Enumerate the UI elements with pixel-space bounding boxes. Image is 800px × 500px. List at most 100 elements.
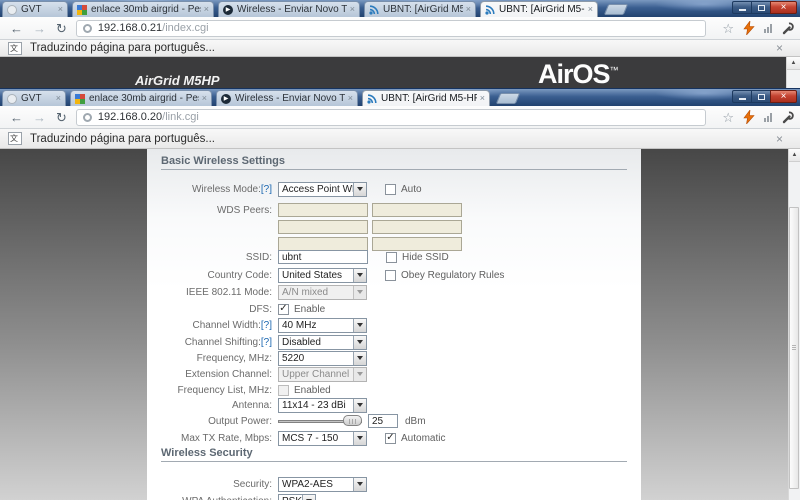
wds-peer-input-3[interactable] [278,220,368,234]
output-power-slider[interactable] [278,415,362,427]
rss-icon [369,4,379,15]
close-icon: × [780,1,787,13]
infobar-close-icon[interactable]: × [776,133,783,145]
frequency-row: Frequency, MHz: 5220 [159,350,367,366]
close-button[interactable]: × [770,90,797,103]
help-link[interactable]: [?] [261,184,272,195]
tab-google-search[interactable]: enlace 30mb airgrid - Pesq × [72,1,214,17]
url-path: /index.cgi [162,22,209,34]
infobar-close-icon[interactable]: × [776,42,783,54]
max-tx-rate-select[interactable]: MCS 7 - 150 [278,430,367,446]
extension-channel-select: Upper Channel [278,366,367,382]
url-host: 192.168.0.21 [97,22,163,34]
check-icon: ✓ [386,431,395,443]
ssid-input[interactable] [278,250,368,264]
signal-bars-icon[interactable] [764,112,773,122]
clock-icon [7,93,17,104]
google-logo-icon [77,4,87,15]
frequency-select[interactable]: 5220 [278,350,367,366]
tab-gvt[interactable]: GVT × [2,90,66,106]
back-button[interactable]: ← [10,22,23,35]
signal-bars-icon[interactable] [764,23,773,33]
automatic-label: Automatic [401,432,446,444]
tab-close-icon[interactable]: × [348,94,353,103]
wds-peer-input-2[interactable] [372,203,462,217]
scrollbar-thumb[interactable] [789,207,799,489]
automatic-checkbox[interactable]: ✓ [385,431,396,444]
forward-button[interactable]: → [33,22,46,35]
wrench-icon[interactable] [782,111,795,124]
tab-google-search[interactable]: enlace 30mb airgrid - Pesq × [70,90,212,106]
extension-channel-label: Extension Channel: [185,368,272,380]
max-tx-rate-label: Max TX Rate, Mbps: [181,432,272,444]
extension-channel-row: Extension Channel: Upper Channel [159,366,367,382]
scroll-up-icon[interactable]: ▲ [787,57,800,70]
wds-peers-row [159,219,466,235]
output-power-input[interactable] [368,414,398,428]
tab-close-icon[interactable]: × [202,94,207,103]
minimize-button[interactable] [732,1,751,14]
maximize-button[interactable] [751,90,770,103]
tab-close-icon[interactable]: × [350,5,355,14]
tab-close-icon[interactable]: × [56,94,61,103]
minimize-icon [738,9,746,11]
address-bar[interactable]: 192.168.0.20/link.cgi [75,108,707,126]
refresh-button[interactable]: ↻ [56,111,67,124]
play-circle-icon: ▶ [223,4,233,15]
forward-button[interactable]: → [33,111,46,124]
wpa-authentication-select[interactable]: PSK [278,493,316,500]
tab-close-icon[interactable]: × [58,5,63,14]
window2-scrollbar[interactable]: ▲ [788,149,800,500]
wrench-icon[interactable] [782,22,795,35]
new-tab-button[interactable] [603,4,629,15]
wireless-settings-panel: Basic Wireless Settings Wireless Mode:[?… [147,149,641,500]
antenna-select[interactable]: 11x14 - 23 dBi [278,397,367,413]
back-button[interactable]: ← [10,111,23,124]
wds-peer-input-1[interactable] [278,203,368,217]
tab-wireless-forum[interactable]: ▶ Wireless - Enviar Novo Tóp × [218,1,360,17]
hide-ssid-checkbox[interactable] [386,251,397,263]
dfs-enable-label: Enable [294,303,326,315]
dfs-label: DFS: [249,303,272,315]
help-link[interactable]: [?] [261,320,272,331]
tab-close-icon[interactable]: × [480,94,485,103]
scroll-up-icon[interactable]: ▲ [789,149,800,162]
auto-checkbox[interactable] [385,183,396,195]
refresh-button[interactable]: ↻ [56,22,67,35]
dropdown-arrow-icon [353,367,366,381]
tab-close-icon[interactable]: × [204,5,209,14]
channel-shifting-select[interactable]: Disabled [278,334,367,350]
wds-peer-input-4[interactable] [372,220,462,234]
address-bar[interactable]: 192.168.0.21/index.cgi [75,19,707,37]
flash-bolt-icon[interactable] [743,21,755,35]
obey-regulatory-checkbox[interactable] [385,269,396,281]
airos-logo: AirOS™ [538,59,619,88]
bookmark-star-icon[interactable]: ☆ [722,22,734,35]
tab-gvt[interactable]: GVT × [2,1,68,17]
maximize-button[interactable] [751,1,770,14]
tab-close-icon[interactable]: × [466,5,471,14]
window1-scrollbar[interactable]: ▲ [786,57,800,88]
slider-handle[interactable] [343,415,362,426]
rss-icon [367,93,377,104]
tab-ubnt-active[interactable]: UBNT: [AirGrid M5-HP] - S × [362,90,490,106]
country-code-select[interactable]: United States [278,267,367,283]
tab-wireless-forum[interactable]: ▶ Wireless - Enviar Novo Tóp × [216,90,358,106]
dfs-enable-checkbox[interactable]: ✓ [278,303,289,315]
close-icon: × [780,90,787,102]
channel-width-select[interactable]: 40 MHz [278,317,367,333]
help-link[interactable]: [?] [261,337,272,348]
play-circle-icon: ▶ [221,93,231,104]
minimize-button[interactable] [732,90,751,103]
tab-ubnt-1[interactable]: UBNT: [AirGrid M5-HP] - × [364,1,476,17]
security-select[interactable]: WPA2-AES [278,476,367,492]
new-tab-button[interactable] [495,93,521,104]
window2-translate-bar: 文 Traduzindo página para português... × [0,129,800,149]
flash-bolt-icon[interactable] [743,110,755,124]
tab-ubnt-2-active[interactable]: UBNT: [AirGrid M5-HP] - P × [480,1,598,17]
close-button[interactable]: × [770,1,797,14]
wds-peers-label: WDS Peers: [216,204,272,216]
bookmark-star-icon[interactable]: ☆ [722,111,734,124]
wireless-mode-select[interactable]: Access Point WDS [278,181,367,197]
tab-close-icon[interactable]: × [588,5,593,14]
